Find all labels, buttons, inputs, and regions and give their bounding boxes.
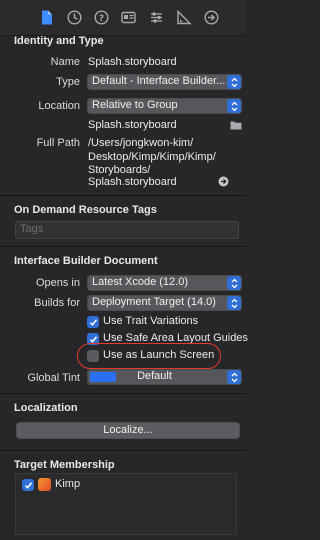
builds-for-label: Builds for (34, 297, 80, 309)
svg-text:?: ? (99, 14, 104, 24)
chevron-updown-icon (227, 276, 241, 290)
type-popup-value: Default - Interface Builder... (92, 75, 226, 87)
location-label: Location (38, 100, 80, 112)
opens-in-popup[interactable]: Latest Xcode (12.0) (87, 275, 242, 291)
section-title-localization: Localization (14, 402, 78, 414)
localize-button[interactable]: Localize... (16, 422, 240, 439)
folder-icon[interactable] (230, 120, 242, 130)
reveal-in-finder-icon[interactable] (218, 176, 229, 187)
builds-for-value: Deployment Target (14.0) (92, 296, 216, 308)
opens-in-value: Latest Xcode (12.0) (92, 276, 189, 288)
builds-for-popup[interactable]: Deployment Target (14.0) (87, 295, 242, 311)
name-value[interactable]: Splash.storyboard (88, 56, 177, 68)
chevron-updown-icon (227, 75, 241, 89)
arrow-right-circle-icon[interactable] (203, 9, 220, 26)
history-icon[interactable] (66, 9, 83, 26)
use-as-launch-screen-checkbox[interactable] (87, 350, 99, 362)
section-title-target-membership: Target Membership (14, 459, 115, 471)
section-divider (0, 246, 246, 247)
identity-card-icon[interactable] (120, 9, 137, 26)
section-divider (0, 450, 246, 451)
tags-field[interactable]: Tags (15, 221, 239, 239)
use-trait-variations-checkbox[interactable] (87, 316, 99, 328)
full-path-line-2: Desktop/Kimp/Kimp/Kimp/ (88, 151, 216, 163)
chevron-updown-icon (227, 370, 241, 384)
app-icon (38, 478, 51, 491)
target-list: Kimp (15, 473, 237, 535)
section-title-odr: On Demand Resource Tags (14, 204, 157, 216)
global-tint-popup[interactable]: Default (87, 369, 242, 385)
type-label: Type (56, 76, 80, 88)
location-popup-value: Relative to Group (92, 99, 178, 111)
section-title-identity: Identity and Type (14, 35, 104, 47)
full-path-line-4: Splash.storyboard (88, 176, 177, 188)
type-popup[interactable]: Default - Interface Builder... (87, 74, 242, 90)
use-trait-variations-label: Use Trait Variations (103, 315, 199, 327)
full-path-line-3: Storyboards/ (88, 164, 151, 176)
chevron-updown-icon (227, 296, 241, 310)
global-tint-label: Global Tint (27, 372, 80, 384)
section-title-ib-document: Interface Builder Document (14, 255, 158, 267)
section-divider (0, 195, 246, 196)
full-path-label: Full Path (36, 137, 80, 149)
section-divider (0, 393, 246, 394)
full-path-line-1: /Users/jongkwon-kim/ (88, 137, 194, 149)
help-icon[interactable]: ? (93, 9, 110, 26)
opens-in-label: Opens in (35, 277, 80, 289)
location-popup[interactable]: Relative to Group (87, 98, 242, 114)
global-tint-value: Default (137, 370, 172, 382)
location-file-name: Splash.storyboard (88, 119, 177, 131)
target-kimp-label: Kimp (55, 478, 81, 490)
name-label: Name (50, 56, 80, 68)
checkmark-icon (24, 481, 32, 489)
use-as-launch-screen-label: Use as Launch Screen (103, 349, 215, 361)
ruler-icon[interactable] (175, 9, 192, 26)
checkmark-icon (89, 318, 97, 326)
inspector-toolbar: ? (0, 0, 246, 36)
sliders-icon[interactable] (148, 9, 165, 26)
document-icon[interactable] (38, 9, 55, 26)
target-kimp-checkbox[interactable] (22, 479, 34, 491)
chevron-updown-icon (227, 99, 241, 113)
